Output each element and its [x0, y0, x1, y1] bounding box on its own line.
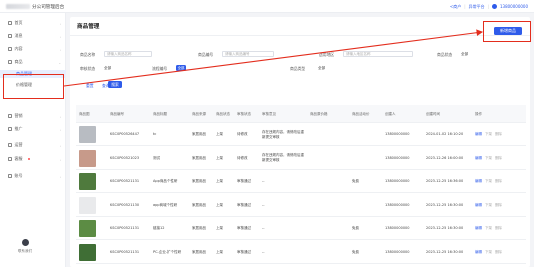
- annotation-arrow: [63, 29, 484, 87]
